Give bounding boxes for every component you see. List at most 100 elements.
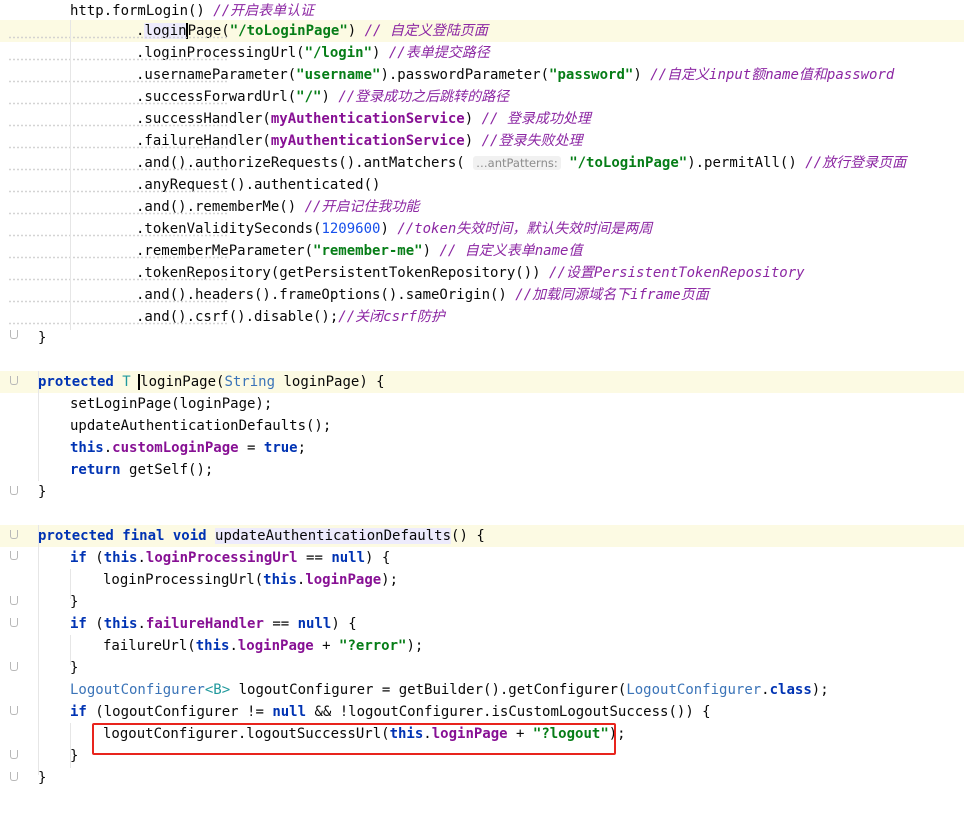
code-line[interactable]: .loginPage("/toLoginPage") // 自定义登陆页面 xyxy=(0,20,964,42)
code-line[interactable]: .loginProcessingUrl("/login") //表单提交路径 xyxy=(0,42,964,64)
code-token: if xyxy=(70,550,96,566)
code-token: "remember-me" xyxy=(313,243,423,259)
code-line[interactable]: if (logoutConfigurer != null && !logoutC… xyxy=(0,701,964,723)
code-token: //表单提交路径 xyxy=(388,45,490,61)
code-line[interactable]: .successHandler(myAuthenticationService)… xyxy=(0,108,964,130)
fold-marker-icon[interactable] xyxy=(10,596,18,605)
code-token: } xyxy=(70,594,79,610)
fold-marker-icon[interactable] xyxy=(10,750,18,759)
fold-marker-icon[interactable] xyxy=(10,551,18,560)
code-text: } xyxy=(70,745,78,767)
inspection-squiggle xyxy=(8,146,228,149)
code-line[interactable]: .tokenValiditySeconds(1209600) //token失效… xyxy=(0,218,964,240)
code-text: if (logoutConfigurer != null && !logoutC… xyxy=(70,701,711,723)
code-line[interactable]: .tokenRepository(getPersistentTokenRepos… xyxy=(0,262,964,284)
code-token: this xyxy=(195,638,230,654)
inspection-squiggle xyxy=(8,212,228,215)
code-text: } xyxy=(70,657,78,679)
code-line[interactable]: protected T loginPage(String loginPage) … xyxy=(0,371,964,393)
code-text: .and().authorizeRequests().antMatchers( … xyxy=(136,152,906,174)
code-line[interactable]: } xyxy=(0,591,964,613)
inspection-squiggle xyxy=(8,36,228,39)
code-line[interactable]: protected final void updateAuthenticatio… xyxy=(0,525,964,547)
code-line[interactable]: .and().rememberMe() //开启记住我功能 xyxy=(0,196,964,218)
code-text: if (this.loginProcessingUrl == null) { xyxy=(70,547,390,569)
code-token: loginPage xyxy=(237,638,314,654)
code-token: loginProcessingUrl( xyxy=(103,572,264,588)
code-token: ).passwordParameter( xyxy=(380,67,550,83)
code-line[interactable]: } xyxy=(0,481,964,503)
inspection-squiggle xyxy=(8,256,228,259)
code-token: == xyxy=(263,616,298,632)
code-text: http.formLogin() //开启表单认证 xyxy=(70,0,314,22)
code-line[interactable]: } xyxy=(0,327,964,349)
code-line[interactable]: failureUrl(this.loginPage + "?error"); xyxy=(0,635,964,657)
code-token: this xyxy=(70,440,104,456)
code-line[interactable] xyxy=(0,503,964,525)
code-token: } xyxy=(38,770,47,786)
code-line[interactable]: this.customLoginPage = true; xyxy=(0,437,964,459)
code-line[interactable]: .anyRequest().authenticated() xyxy=(0,174,964,196)
code-token: logoutConfigurer = getBuilder().getConfi… xyxy=(230,682,627,698)
fold-marker-icon[interactable] xyxy=(10,662,18,671)
code-text: protected final void updateAuthenticatio… xyxy=(38,525,485,547)
code-token: == xyxy=(297,550,332,566)
code-line[interactable]: setLoginPage(loginPage); xyxy=(0,393,964,415)
fold-marker-icon[interactable] xyxy=(10,618,18,627)
code-token: setLoginPage(loginPage); xyxy=(70,396,273,412)
code-line[interactable]: .failureHandler(myAuthenticationService)… xyxy=(0,130,964,152)
code-token: ; xyxy=(297,440,307,456)
fold-marker-icon[interactable] xyxy=(10,772,18,781)
code-line[interactable]: updateAuthenticationDefaults(); xyxy=(0,415,964,437)
code-line[interactable]: return getSelf(); xyxy=(0,459,964,481)
code-token: ) xyxy=(464,111,482,127)
code-token: this xyxy=(103,616,138,632)
code-line[interactable]: .and().authorizeRequests().antMatchers( … xyxy=(0,152,964,174)
code-token: "/" xyxy=(296,89,322,105)
code-text: loginProcessingUrl(this.loginPage); xyxy=(103,569,398,591)
inspection-squiggle xyxy=(8,190,228,193)
code-token: ) xyxy=(380,221,398,237)
code-token: . xyxy=(137,616,146,632)
code-text: return getSelf(); xyxy=(70,459,213,481)
fold-marker-icon[interactable] xyxy=(10,330,18,339)
code-line[interactable]: if (this.loginProcessingUrl == null) { xyxy=(0,547,964,569)
code-token: //加载同源域名下iframe页面 xyxy=(515,287,709,303)
code-text: } xyxy=(70,591,78,613)
code-token: . xyxy=(229,638,238,654)
fold-marker-icon[interactable] xyxy=(10,530,18,539)
fold-marker-icon[interactable] xyxy=(10,706,18,715)
code-token: } xyxy=(70,748,79,764)
code-token: <B> xyxy=(204,682,231,698)
code-token: . xyxy=(103,440,113,456)
code-token: if xyxy=(70,704,96,720)
inspection-squiggle xyxy=(8,58,228,61)
code-line[interactable]: .usernameParameter("username").passwordP… xyxy=(0,64,964,86)
code-line[interactable]: } xyxy=(0,657,964,679)
code-token: this xyxy=(103,550,138,566)
code-line[interactable]: } xyxy=(0,767,964,789)
code-token: ); xyxy=(381,572,399,588)
code-line[interactable]: LogoutConfigurer<B> logoutConfigurer = g… xyxy=(0,679,964,701)
code-line[interactable]: .successForwardUrl("/") //登录成功之后跳转的路径 xyxy=(0,86,964,108)
code-line[interactable] xyxy=(0,349,964,371)
code-token: "username" xyxy=(296,67,381,83)
code-token: 1209600 xyxy=(321,221,381,237)
code-token: = xyxy=(238,440,264,456)
code-line[interactable]: http.formLogin() //开启表单认证 xyxy=(0,0,964,22)
code-token: //登录成功之后跳转的路径 xyxy=(338,89,510,105)
code-token: true xyxy=(263,440,298,456)
code-line[interactable]: .and().csrf().disable();//关闭csrf防护 xyxy=(0,306,964,328)
inspection-squiggle xyxy=(8,300,228,303)
inspection-squiggle xyxy=(8,124,228,127)
code-token: ); xyxy=(811,682,829,698)
code-line[interactable]: loginProcessingUrl(this.loginPage); xyxy=(0,569,964,591)
fold-marker-icon[interactable] xyxy=(10,486,18,495)
code-line[interactable]: if (this.failureHandler == null) { xyxy=(0,613,964,635)
code-token: //开启表单认证 xyxy=(213,3,315,19)
code-line[interactable]: .rememberMeParameter("remember-me") // 自… xyxy=(0,240,964,262)
code-token: //登录失败处理 xyxy=(481,133,583,149)
code-text: this.customLoginPage = true; xyxy=(70,437,306,459)
fold-marker-icon[interactable] xyxy=(10,376,18,385)
code-line[interactable]: .and().headers().frameOptions().sameOrig… xyxy=(0,284,964,306)
